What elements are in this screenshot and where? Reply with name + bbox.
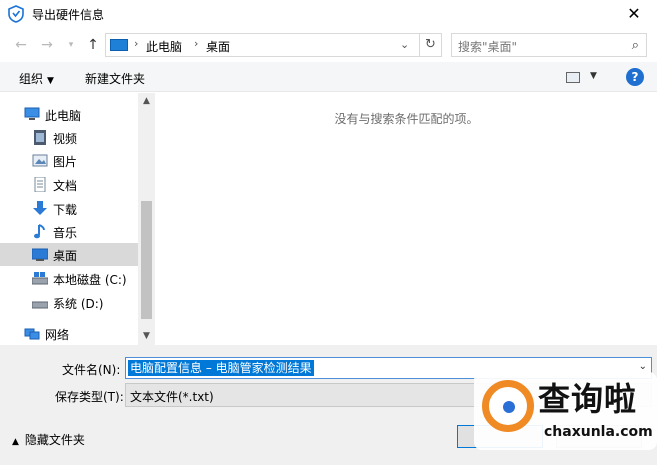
search-placeholder: 搜索"桌面" [458, 40, 518, 54]
chevron-right-icon: › [134, 37, 139, 50]
video-icon [34, 130, 46, 145]
scrollbar-thumb[interactable] [141, 201, 152, 319]
hide-folders-label: 隐藏文件夹 [24, 433, 85, 447]
forward-button[interactable]: → [38, 35, 56, 55]
nav-item-music[interactable]: 音乐 [0, 220, 138, 243]
nav-label: 音乐 [53, 226, 78, 240]
file-list[interactable]: 没有与搜索条件匹配的项。 [156, 93, 657, 345]
nav-item-drive-d[interactable]: 系统 (D:) [0, 291, 138, 314]
address-dropdown-icon[interactable]: ⌄ [400, 38, 409, 51]
caret-up-icon: ▲ [12, 437, 19, 447]
search-icon[interactable]: ⌕ [632, 38, 639, 53]
nav-item-pictures[interactable]: 图片 [0, 149, 138, 172]
nav-label: 本地磁盘 (C:) [53, 273, 127, 287]
refresh-button[interactable]: ↻ [419, 34, 441, 56]
hide-folders-toggle[interactable]: ▲ 隐藏文件夹 [12, 431, 85, 448]
nav-label: 图片 [53, 155, 78, 169]
pc-icon [110, 39, 128, 51]
chevron-down-icon: ▾ [68, 40, 74, 50]
empty-message: 没有与搜索条件匹配的项。 [334, 112, 479, 126]
up-button[interactable]: ↑ [84, 35, 102, 55]
arrow-right-icon: → [41, 37, 53, 53]
watermark-url: chaxunla.com [544, 424, 653, 440]
nav-label: 视频 [53, 132, 78, 146]
file-type-value: 文本文件(*.txt) [130, 390, 214, 404]
help-icon[interactable]: ? [626, 68, 644, 86]
music-icon [34, 224, 45, 239]
chevron-right-icon: › [194, 37, 199, 50]
breadcrumb-desktop[interactable]: 桌面 [206, 38, 230, 55]
caret-down-icon: ▼ [47, 76, 54, 86]
breadcrumb-this-pc[interactable]: 此电脑 [146, 38, 182, 55]
arrow-up-icon: ↑ [87, 37, 99, 53]
nav-item-downloads[interactable]: 下载 [0, 197, 138, 220]
nav-item-network[interactable]: 网络 [0, 322, 138, 345]
new-folder-button[interactable]: 新建文件夹 [85, 70, 145, 87]
network-icon [24, 328, 40, 340]
watermark-text: 查询啦 [538, 380, 638, 418]
organize-menu[interactable]: 组织 ▼ [19, 70, 54, 87]
navigation-pane: 此电脑 视频 图片 文档 下载 音乐 桌面 本地磁盘 (C:) 系统 (D:) … [0, 93, 155, 345]
download-icon [33, 201, 47, 215]
shield-icon [8, 5, 24, 23]
filename-label: 文件名(N): [62, 363, 121, 377]
pictures-icon [32, 154, 48, 167]
nav-scrollbar[interactable]: ▲ ▼ [138, 93, 155, 345]
arrow-left-icon: ← [15, 37, 27, 53]
nav-label: 此电脑 [45, 109, 82, 123]
scroll-down-icon[interactable]: ▼ [138, 328, 155, 345]
desktop-icon [32, 248, 48, 261]
back-button[interactable]: ← [12, 35, 30, 55]
nav-item-drive-c[interactable]: 本地磁盘 (C:) [0, 267, 138, 290]
title-bar: 导出硬件信息 ✕ [0, 0, 657, 28]
nav-item-documents[interactable]: 文档 [0, 173, 138, 196]
search-input[interactable]: 搜索"桌面" ⌕ [451, 33, 647, 57]
nav-item-video[interactable]: 视频 [0, 126, 138, 149]
close-button[interactable]: ✕ [611, 0, 657, 28]
nav-label: 下载 [53, 203, 78, 217]
magnifier-logo-icon [482, 380, 534, 432]
filename-value[interactable]: 电脑配置信息 – 电脑管家检测结果 [128, 360, 314, 376]
nav-item-this-pc[interactable]: 此电脑 [0, 103, 138, 126]
organize-label: 组织 [19, 72, 44, 86]
new-folder-label: 新建文件夹 [85, 72, 146, 86]
address-bar[interactable]: › 此电脑 › 桌面 ⌄ ↻ [105, 33, 442, 57]
close-icon: ✕ [627, 4, 641, 23]
watermark-logo: 查询啦 chaxunla.com [474, 372, 657, 450]
scroll-up-icon[interactable]: ▲ [138, 93, 155, 110]
window-title: 导出硬件信息 [32, 8, 105, 22]
toolbar: 组织 ▼ 新建文件夹 ▼ ? [0, 62, 657, 92]
refresh-icon: ↻ [425, 37, 436, 52]
view-options-icon[interactable] [566, 72, 580, 83]
caret-down-icon[interactable]: ▼ [590, 71, 597, 81]
pc-icon [24, 107, 40, 120]
nav-item-desktop[interactable]: 桌面 [0, 243, 138, 266]
documents-icon [34, 177, 46, 192]
drive-icon [32, 272, 48, 285]
drive-icon [32, 301, 48, 309]
address-row: ← → ▾ ↑ › 此电脑 › 桌面 ⌄ ↻ 搜索"桌面" ⌕ [0, 30, 657, 60]
file-type-label: 保存类型(T): [55, 390, 124, 404]
nav-label: 桌面 [53, 249, 78, 263]
chevron-down-icon[interactable]: ⌄ [639, 361, 647, 372]
nav-label: 系统 (D:) [53, 297, 104, 311]
nav-label: 文档 [53, 179, 78, 193]
recent-locations-button[interactable]: ▾ [62, 35, 80, 55]
nav-label: 网络 [45, 328, 70, 342]
